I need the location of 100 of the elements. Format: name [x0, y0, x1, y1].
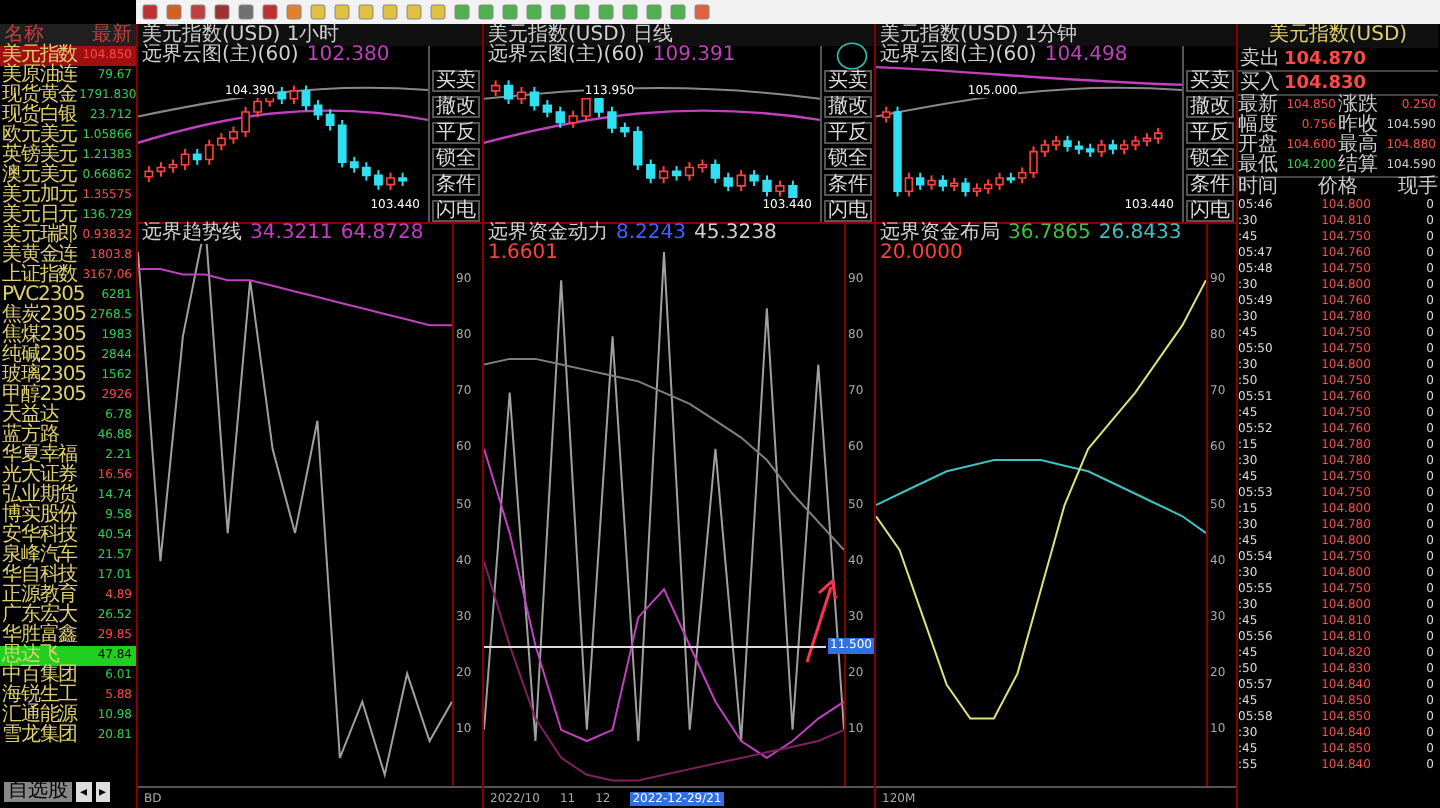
legend-text: 远界云图(主)(60) [488, 46, 645, 66]
legend-text: 1.6601 [488, 244, 558, 264]
quote-name: 纯碱2305 [2, 346, 86, 366]
quote-name: 海锐生工 [2, 686, 78, 706]
toolbar-square-icon[interactable] [694, 4, 710, 20]
side-button[interactable]: 锁全 [824, 148, 872, 170]
quote-name: 欧元美元 [2, 126, 78, 146]
candlestick [723, 171, 733, 193]
toolbar-square-icon[interactable] [646, 4, 662, 20]
quote-name: 安华科技 [2, 526, 78, 546]
chart-title: 美元指数(USD) 日线 [488, 25, 673, 45]
legend-text: 远界趋势线 [142, 224, 242, 244]
toolbar-square-icon[interactable] [454, 4, 470, 20]
side-button[interactable]: 平反 [432, 122, 480, 144]
quote-name: 上证指数 [2, 266, 78, 286]
candlestick [749, 169, 759, 187]
column-header: 最新 [92, 25, 132, 45]
candlestick [581, 92, 591, 123]
candlestick [594, 92, 604, 119]
candlestick [620, 121, 630, 139]
quote-name: 华胜富鑫 [2, 626, 78, 646]
side-button[interactable]: 闪电 [1186, 200, 1234, 222]
quote-name: 泉峰汽车 [2, 546, 78, 566]
quote-name: 华夏幸福 [2, 446, 78, 466]
quote-name: 广东宏大 [2, 606, 78, 626]
quote-name: 汇通能源 [2, 706, 78, 726]
toolbar-square-icon[interactable] [166, 4, 182, 20]
legend-text: 远界云图(主)(60) [880, 46, 1037, 66]
legend-text: 64.8728 [340, 224, 424, 244]
legend-text: 20.0000 [880, 244, 963, 264]
side-button[interactable]: 条件 [432, 174, 480, 196]
side-button[interactable]: 锁全 [432, 148, 480, 170]
quote-name: 雪龙集团 [2, 726, 78, 746]
side-button[interactable]: 撤改 [432, 96, 480, 118]
stat-label: 幅度 [1238, 116, 1278, 136]
legend-text: 102.380 [306, 46, 390, 66]
toolbar-square-icon[interactable] [598, 4, 614, 20]
chart-title: 美元指数(USD) 1分钟 [880, 25, 1078, 45]
quote-name: 焦煤2305 [2, 326, 86, 346]
side-button[interactable]: 撤改 [1186, 96, 1234, 118]
quote-name: 美原油连 [2, 66, 78, 86]
side-button[interactable]: 条件 [1186, 174, 1234, 196]
legend-text: 34.3211 [250, 224, 333, 244]
candlestick [241, 105, 250, 139]
legend-text: 109.391 [652, 46, 736, 66]
side-button[interactable]: 闪电 [824, 200, 872, 222]
toolbar-square-icon[interactable] [502, 4, 518, 20]
candlestick [762, 174, 772, 198]
quote-name: 英镑美元 [2, 146, 78, 166]
quote-name: 华自科技 [2, 566, 78, 586]
candlestick [607, 105, 617, 135]
candlestick [555, 105, 565, 129]
price-caption: 卖出 [1240, 49, 1280, 69]
quote-name: 美元加元 [2, 186, 78, 206]
legend-text: 远界云图(主)(60) [142, 46, 299, 66]
quote-name: 玻璃2305 [2, 366, 86, 386]
candlestick [736, 169, 746, 193]
quote-name: 弘业期货 [2, 486, 78, 506]
candlestick [229, 125, 238, 145]
candlestick [398, 171, 408, 187]
column-header: 价格 [1318, 178, 1360, 198]
toolbar-square-icon[interactable] [190, 4, 206, 20]
side-button[interactable]: 买卖 [1186, 70, 1234, 92]
side-button[interactable]: 锁全 [1186, 148, 1234, 170]
toolbar-square-icon[interactable] [214, 4, 230, 20]
stat-label: 最低 [1238, 156, 1278, 176]
toolbar-square-icon[interactable] [142, 4, 158, 20]
toolbar-square-icon[interactable] [550, 4, 566, 20]
candlestick [374, 169, 383, 191]
toolbar-square-icon[interactable] [478, 4, 494, 20]
candlestick [386, 171, 395, 191]
side-button[interactable]: 平反 [1186, 122, 1234, 144]
candlestick [568, 109, 578, 129]
quote-name: 美元指数 [2, 46, 78, 66]
side-button[interactable]: 买卖 [824, 70, 872, 92]
toolbar-square-icon[interactable] [622, 4, 638, 20]
stat-label: 涨跌 [1338, 96, 1378, 116]
column-header: 现手 [1398, 178, 1438, 198]
toolbar-square-icon[interactable] [574, 4, 590, 20]
quote-name: 美黄金连 [2, 246, 78, 266]
quote-name: 天益达 [2, 406, 59, 426]
side-button[interactable]: 买卖 [432, 70, 480, 92]
side-button[interactable]: 撤改 [824, 96, 872, 118]
stat-label: 结算 [1338, 156, 1378, 176]
side-button[interactable]: 平反 [824, 122, 872, 144]
toolbar-square-icon[interactable] [286, 4, 302, 20]
side-button[interactable]: 条件 [824, 174, 872, 196]
legend-text: 远界资金布局 [880, 224, 1000, 244]
stat-label: 最高 [1338, 136, 1378, 156]
stat-label: 开盘 [1238, 136, 1278, 156]
toolbar-square-icon[interactable] [526, 4, 542, 20]
stat-label: 最新 [1238, 96, 1278, 116]
quote-name: 现货白银 [2, 106, 78, 126]
side-button[interactable]: 闪电 [432, 200, 480, 222]
quote-name: 现货黄金 [2, 86, 78, 106]
toolbar-square-icon[interactable] [262, 4, 278, 20]
toolbar-square-icon[interactable] [670, 4, 686, 20]
quote-name: 澳元美元 [2, 166, 78, 186]
price-value: 104.870 [1284, 49, 1366, 69]
toolbar-square-icon[interactable] [238, 4, 254, 20]
